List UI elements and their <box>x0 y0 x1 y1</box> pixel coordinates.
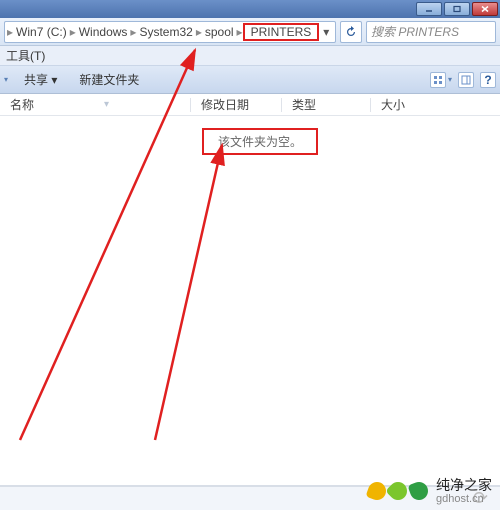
menu-bar: 工具(T) <box>0 46 500 66</box>
command-bar: ▾ 共享 ▾ 新建文件夹 ▾ ? <box>0 66 500 94</box>
empty-folder-label: 该文件夹为空。 <box>202 128 318 155</box>
file-list-area: 该文件夹为空。 <box>0 116 500 486</box>
watermark-brand: 纯净之家 <box>436 478 492 493</box>
breadcrumb-seg-printers[interactable]: PRINTERS <box>243 23 320 41</box>
watermark-logo-icon <box>368 482 428 500</box>
close-button[interactable] <box>472 2 498 16</box>
share-button[interactable]: 共享 ▾ <box>18 69 63 90</box>
breadcrumb-seg-spool[interactable]: spool <box>202 25 237 39</box>
view-mode-button[interactable]: ▾ <box>430 72 452 88</box>
breadcrumb-seg-windows[interactable]: Windows <box>76 25 131 39</box>
new-folder-button[interactable]: 新建文件夹 <box>73 69 145 90</box>
sort-indicator-icon: ▾ <box>104 99 109 110</box>
minimize-button[interactable] <box>416 2 442 16</box>
search-placeholder: 搜索 PRINTERS <box>371 23 459 40</box>
column-name[interactable]: 名称 <box>0 96 190 113</box>
preview-pane-button[interactable] <box>458 72 474 88</box>
breadcrumb-seg-win7[interactable]: Win7 (C:) <box>13 25 70 39</box>
menu-tools[interactable]: 工具(T) <box>6 47 45 64</box>
refresh-button[interactable] <box>340 21 362 43</box>
breadcrumb-dropdown-icon[interactable]: ▾ <box>319 25 333 39</box>
breadcrumb-seg-system32[interactable]: System32 <box>136 25 195 39</box>
watermark-url: gdhost.cn <box>436 493 492 505</box>
maximize-button[interactable] <box>444 2 470 16</box>
help-button[interactable]: ? <box>480 72 496 88</box>
column-headers: 名称 ▾ 修改日期 类型 大小 <box>0 94 500 116</box>
title-bar <box>0 0 500 18</box>
organize-dropdown-icon[interactable]: ▾ <box>4 75 8 84</box>
column-date[interactable]: 修改日期 <box>191 96 281 113</box>
address-bar-row: ▸ Win7 (C:) ▸ Windows ▸ System32 ▸ spool… <box>0 18 500 46</box>
column-type[interactable]: 类型 <box>282 96 370 113</box>
column-size[interactable]: 大小 <box>371 96 441 113</box>
breadcrumb[interactable]: ▸ Win7 (C:) ▸ Windows ▸ System32 ▸ spool… <box>4 21 336 43</box>
search-input[interactable]: 搜索 PRINTERS <box>366 21 496 43</box>
explorer-window: ▸ Win7 (C:) ▸ Windows ▸ System32 ▸ spool… <box>0 0 500 509</box>
watermark: 纯净之家 gdhost.cn <box>368 478 492 505</box>
